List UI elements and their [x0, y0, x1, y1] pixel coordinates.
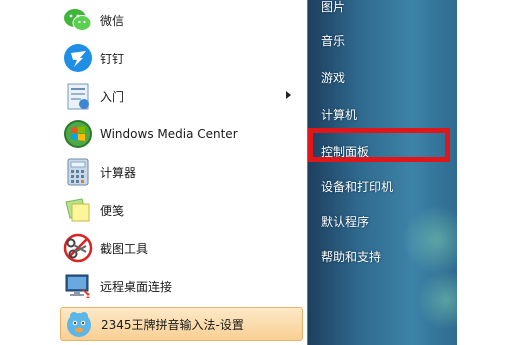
program-item-snipping-tool[interactable]: 截图工具	[60, 231, 303, 265]
snipping-tool-icon	[62, 232, 94, 264]
program-item-dingtalk[interactable]: 钉钉	[60, 41, 303, 75]
menu-link-computer[interactable]: 计算机	[321, 106, 357, 123]
wechat-icon	[62, 4, 94, 36]
menu-link-help-and-support[interactable]: 帮助和支持	[321, 248, 381, 265]
programs-pane: 微信 钉钉 入门 Windows Media Center 计算器 便笺 截图工…	[56, 0, 307, 345]
program-label: 便笺	[100, 203, 125, 218]
program-item-windows-media-center[interactable]: Windows Media Center	[60, 117, 303, 151]
program-label: 计算器	[100, 165, 137, 180]
input-method-icon	[63, 308, 95, 340]
menu-link-pictures[interactable]: 图片	[321, 0, 345, 15]
dingtalk-icon	[62, 42, 94, 74]
submenu-arrow-icon	[286, 91, 291, 99]
background-glow	[402, 205, 457, 275]
program-label: 入门	[100, 89, 125, 104]
program-label: 2345王牌拼音输入法-设置	[101, 317, 244, 332]
program-label: 远程桌面连接	[100, 279, 173, 294]
windows-media-center-icon	[62, 118, 94, 150]
background-margin	[457, 0, 507, 345]
sticky-notes-icon	[62, 194, 94, 226]
getting-started-icon	[62, 80, 94, 112]
program-item-getting-started[interactable]: 入门	[60, 79, 303, 113]
program-label: 钉钉	[100, 51, 125, 66]
menu-link-games[interactable]: 游戏	[321, 69, 345, 86]
program-label: 微信	[100, 13, 125, 28]
program-item-2345-input-method-settings[interactable]: 2345王牌拼音输入法-设置	[60, 307, 303, 341]
pane-divider	[307, 0, 308, 345]
program-item-sticky-notes[interactable]: 便笺	[60, 193, 303, 227]
remote-desktop-icon	[62, 270, 94, 302]
program-item-remote-desktop[interactable]: 远程桌面连接	[60, 269, 303, 303]
program-item-calculator[interactable]: 计算器	[60, 155, 303, 189]
background-glow	[417, 270, 457, 330]
program-label: Windows Media Center	[100, 127, 238, 141]
right-links-pane: 图片 音乐 游戏 计算机 控制面板 设备和打印机 默认程序 帮助和支持	[307, 0, 457, 345]
calculator-icon	[62, 156, 94, 188]
control-panel-highlight-box	[308, 128, 450, 162]
program-label: 截图工具	[100, 241, 149, 256]
start-menu: 微信 钉钉 入门 Windows Media Center 计算器 便笺 截图工…	[0, 0, 507, 345]
program-item-wechat[interactable]: 微信	[60, 3, 303, 37]
menu-link-default-programs[interactable]: 默认程序	[321, 213, 369, 230]
menu-link-devices-and-printers[interactable]: 设备和打印机	[321, 178, 393, 195]
menu-link-music[interactable]: 音乐	[321, 32, 345, 49]
